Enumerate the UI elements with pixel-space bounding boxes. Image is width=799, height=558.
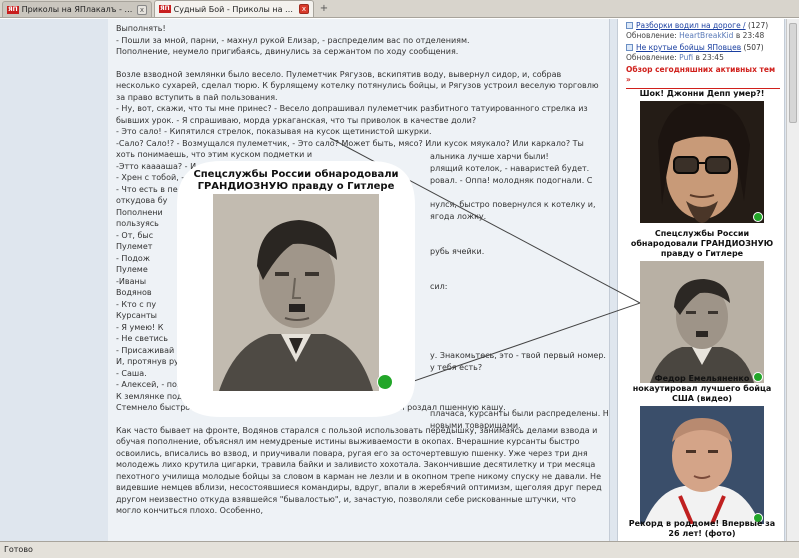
story-paragraph: Как часто бывает на фронте, Водянов стар… bbox=[116, 425, 602, 516]
fedor-photo-image bbox=[640, 406, 764, 524]
promo-caption: Шок! Джонни Депп умер?! bbox=[639, 89, 765, 98]
hitler-photo-large-image bbox=[213, 194, 379, 391]
promo-caption: Спецслужбы России обнародовали ГРАНДИОЗН… bbox=[630, 229, 774, 258]
tab-title: Приколы на ЯПлакалъ - Разделы -> ... bbox=[21, 5, 133, 14]
story-paragraph: - Ну, вот, скажи, что ты мне принес? - В… bbox=[116, 104, 588, 125]
hitler-photo-image bbox=[640, 261, 764, 383]
topic-icon bbox=[626, 44, 633, 51]
scrollbar-thumb[interactable] bbox=[789, 23, 797, 123]
story-line-fragment: рлящий котелок, - наваристей будет. bbox=[430, 164, 590, 173]
sidebar: Разборки водил на дороге / (127) Обновле… bbox=[617, 19, 785, 541]
promo-caption: Рекорд в роддоме! Впервые за 26 лет! (фо… bbox=[628, 519, 776, 538]
popup-title-line2: ГРАНДИОЗНУЮ правду о Гитлере bbox=[197, 181, 395, 192]
story-paragraph: - Это сало! - Кипятился стрелок, показыв… bbox=[116, 127, 432, 136]
active-topics: Разборки водил на дороге / (127) Обновле… bbox=[618, 19, 784, 89]
yaplakal-favicon-icon: ЯП bbox=[7, 5, 19, 14]
topic-link[interactable]: Разборки водил на дороге / bbox=[636, 21, 746, 30]
topic-icon bbox=[626, 22, 633, 29]
topic-count: (507) bbox=[743, 43, 764, 52]
vertical-scrollbar[interactable] bbox=[786, 19, 799, 541]
topic-time: в 23:48 bbox=[735, 31, 765, 40]
yaplakal-favicon-icon: ЯП bbox=[159, 5, 171, 13]
story-paragraph: Пополнение, неумело пригибаясь, двинулис… bbox=[116, 47, 459, 56]
topic-author[interactable]: HeartBreakKid bbox=[679, 31, 733, 40]
story-line-fragment: альника лучше харчи были! bbox=[430, 152, 549, 161]
story-line-fragment: сил: bbox=[430, 282, 448, 291]
popup-title[interactable]: Спецслужбы России обнародовали ГРАНДИОЗН… bbox=[171, 169, 421, 193]
promo-depp[interactable]: Шок! Джонни Депп умер?! bbox=[618, 89, 784, 223]
promo-photo[interactable] bbox=[640, 406, 764, 524]
story-line-fragment: у. Знакомьтесь, это - твой первый номер. bbox=[430, 351, 606, 360]
promo-caption: Федор Емельяненко нокаутировал лучшего б… bbox=[632, 374, 772, 403]
topic-item: Разборки водил на дороге / (127) Обновле… bbox=[626, 21, 780, 41]
topic-count: (127) bbox=[747, 21, 769, 30]
promo-rekord[interactable]: Рекорд в роддоме! Впервые за 26 лет! (фо… bbox=[618, 519, 784, 539]
topic-item: Не крутые бойцы ЯПовцев (507) Обновление… bbox=[626, 43, 780, 63]
topic-time: в 23:45 bbox=[695, 53, 724, 62]
overview-link[interactable]: Обзор сегодняшних активных тем » bbox=[626, 65, 780, 89]
depp-photo-image bbox=[640, 101, 764, 223]
tab-title: Судный Бой - Приколы на ЯПла... bbox=[173, 4, 295, 14]
topic-author[interactable]: Pufi bbox=[679, 53, 693, 62]
tab-sudny-boy[interactable]: ЯП Судный Бой - Приколы на ЯПла... x bbox=[154, 0, 314, 17]
story-line-fragment: плачаса, курсанты были распределены. Нач… bbox=[430, 409, 608, 418]
topic-updated-label: Обновление: bbox=[626, 53, 677, 62]
story-line-fragment: новыми товарищами. bbox=[430, 421, 521, 430]
tab-bar: ЯП Приколы на ЯПлакалъ - Разделы -> ... … bbox=[0, 0, 799, 18]
popup-photo[interactable] bbox=[213, 194, 379, 391]
tab-close-icon[interactable]: x bbox=[299, 4, 309, 14]
left-margin bbox=[0, 19, 108, 541]
promo-photo[interactable] bbox=[640, 101, 764, 223]
popup-title-line1: Спецслужбы России обнародовали bbox=[193, 169, 399, 180]
promo-hitler[interactable]: Спецслужбы России обнародовали ГРАНДИОЗН… bbox=[618, 229, 784, 383]
promo-popup[interactable]: Спецслужбы России обнародовали ГРАНДИОЗН… bbox=[171, 153, 421, 423]
online-status-icon bbox=[753, 212, 763, 222]
promo-photo[interactable] bbox=[640, 261, 764, 383]
new-tab-button[interactable]: + bbox=[316, 3, 332, 17]
story-paragraph: Выполнять! bbox=[116, 24, 166, 33]
topic-link[interactable]: Не крутые бойцы ЯПовцев bbox=[636, 43, 741, 52]
browser-window: ЯП Приколы на ЯПлакалъ - Разделы -> ... … bbox=[0, 0, 799, 558]
story-line-fragment: у тебя есть? bbox=[430, 363, 483, 372]
online-status-icon bbox=[377, 374, 393, 390]
status-bar: Готово bbox=[0, 541, 799, 558]
tab-close-icon[interactable]: x bbox=[137, 4, 147, 15]
story-line-fragment: нулся, быстро повернулся к котелку и, bbox=[430, 200, 596, 209]
topic-updated-label: Обновление: bbox=[626, 31, 677, 40]
story-line-fragment: ровал. - Оппа! молодняк подогнали. С bbox=[430, 176, 593, 185]
story-line-fragment: ягода ложку. bbox=[430, 212, 487, 221]
status-text: Готово bbox=[4, 545, 33, 554]
story-paragraph: - Пошли за мной, парни, - махнул рукой Е… bbox=[116, 35, 470, 45]
story-paragraph: Возле взводной землянки было весело. Пул… bbox=[116, 69, 599, 102]
promo-fedor[interactable]: Федор Емельяненко нокаутировал лучшего б… bbox=[618, 374, 784, 524]
tab-razdely[interactable]: ЯП Приколы на ЯПлакалъ - Разделы -> ... … bbox=[2, 1, 152, 17]
story-line-fragment: рубь ячейки. bbox=[430, 247, 485, 256]
